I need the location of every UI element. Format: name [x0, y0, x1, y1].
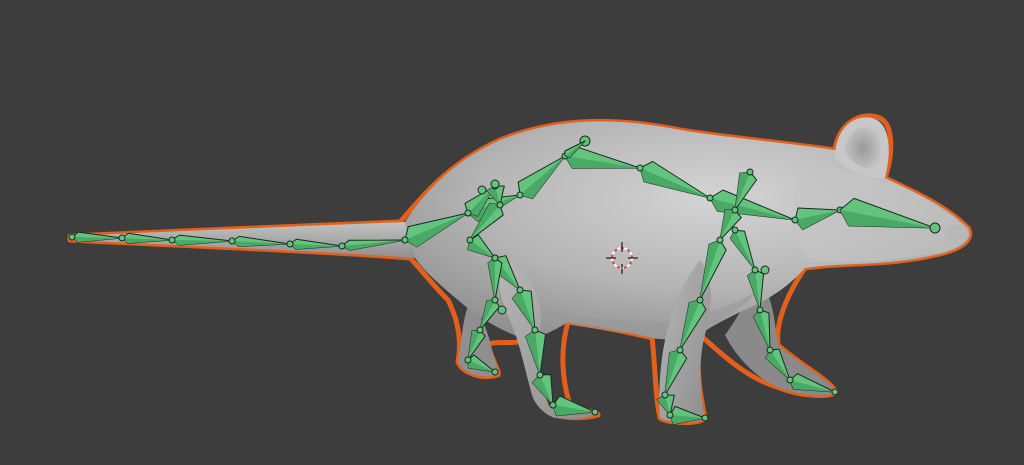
tail-joint-3[interactable]: [168, 236, 176, 244]
front-far-joint-2[interactable]: [751, 266, 759, 274]
hind-far-joint-4[interactable]: [464, 356, 472, 364]
hind-far-joint-2[interactable]: [491, 296, 499, 304]
front-near-joint-3[interactable]: [716, 236, 724, 244]
hip-joint-a[interactable]: [477, 185, 487, 195]
snout: [945, 225, 965, 241]
hind-far-joint-3[interactable]: [476, 326, 484, 334]
hind-far-joint-5[interactable]: [491, 368, 499, 376]
hip-joint-b[interactable]: [490, 179, 500, 189]
hind-far-joint-1[interactable]: [491, 254, 499, 262]
front-near-joint-8[interactable]: [701, 414, 709, 422]
front-far-joint-6[interactable]: [831, 388, 839, 396]
spine-joint-5[interactable]: [636, 164, 644, 172]
front-near-joint-1[interactable]: [746, 168, 754, 176]
hip-joint-4[interactable]: [466, 236, 474, 244]
front-near-joint-5[interactable]: [676, 346, 684, 354]
head-joint[interactable]: [929, 222, 941, 234]
front-near-joint-2[interactable]: [731, 206, 739, 214]
tail-joint-5[interactable]: [286, 240, 294, 248]
hip-joint-3[interactable]: [496, 201, 504, 209]
spine-joint-7[interactable]: [791, 216, 799, 224]
spine-joint-1[interactable]: [401, 236, 409, 244]
spine-joint-6[interactable]: [706, 194, 714, 202]
hind-near-joint-2[interactable]: [516, 286, 524, 294]
viewport-scene[interactable]: [0, 0, 1024, 465]
hind-near-joint-6[interactable]: [591, 408, 599, 416]
hind-near-joint-4[interactable]: [536, 371, 544, 379]
front-far-joint-1[interactable]: [731, 226, 739, 234]
hind-near-joint-3[interactable]: [531, 326, 539, 334]
tail-joint-1[interactable]: [68, 233, 76, 241]
tail-joint-2[interactable]: [118, 234, 126, 242]
spine-joint-3[interactable]: [516, 191, 524, 199]
hind-far-knee[interactable]: [497, 305, 507, 315]
front-far-joint-5[interactable]: [786, 376, 794, 384]
rat-mesh[interactable]: [67, 113, 973, 425]
hip-joint-1[interactable]: [464, 209, 472, 217]
tail-joint-4[interactable]: [228, 237, 236, 245]
front-near-joint-4[interactable]: [696, 296, 704, 304]
tail-joint-6[interactable]: [338, 242, 346, 250]
front-far-joint-4[interactable]: [766, 346, 774, 354]
hind-near-joint-5[interactable]: [549, 401, 557, 409]
front-far-joint-3[interactable]: [756, 306, 764, 314]
front-near-joint-6[interactable]: [661, 391, 669, 399]
front-far-shoulder[interactable]: [760, 265, 770, 275]
3d-viewport[interactable]: [0, 0, 1024, 465]
hind-near-bone-5[interactable]: [552, 395, 596, 417]
front-near-joint-7[interactable]: [666, 411, 674, 419]
